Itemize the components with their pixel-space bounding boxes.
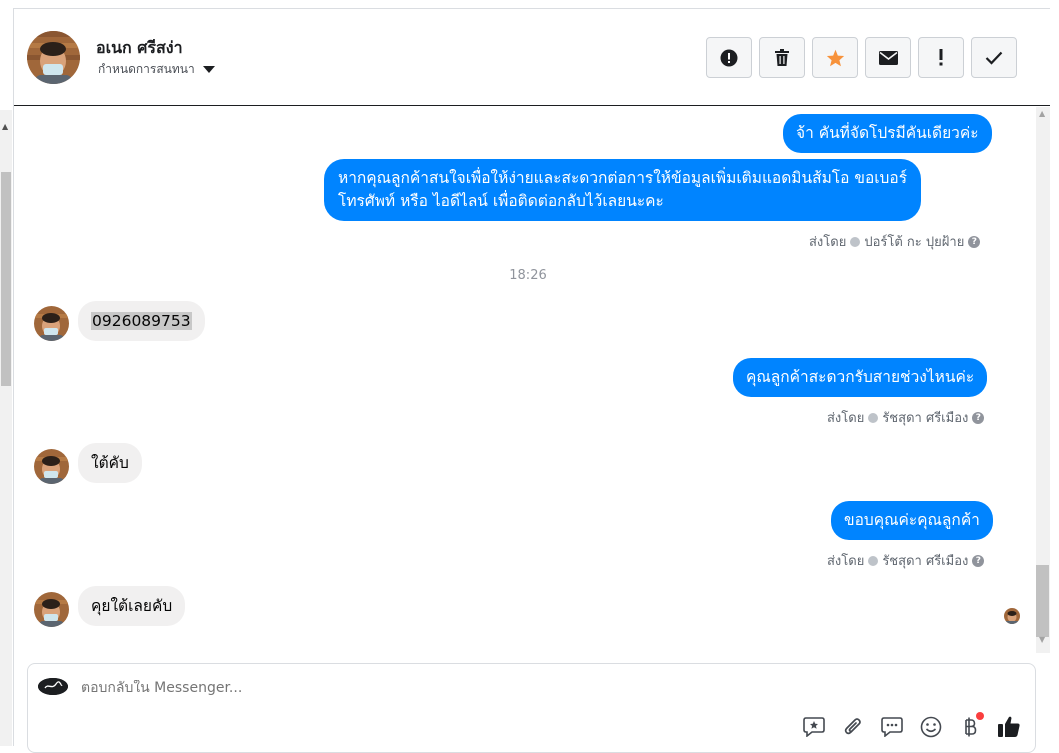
sent-by-label: ส่งโดย xyxy=(809,235,847,250)
sent-by-info: ส่งโดย รัชสุดา ศรีเมือง ? xyxy=(827,407,985,428)
saved-reply-icon xyxy=(802,717,825,737)
scroll-up-arrow-icon[interactable]: ▲ xyxy=(1039,109,1045,118)
mark-important-button[interactable] xyxy=(918,37,964,78)
contact-avatar[interactable] xyxy=(27,31,80,84)
reply-composer xyxy=(27,663,1036,753)
comment-button[interactable] xyxy=(879,714,904,739)
emoji-button[interactable] xyxy=(918,714,943,739)
contact-name[interactable]: อเนก ศรีสง่า xyxy=(96,36,183,61)
message-bubble-outgoing[interactable]: ขอบคุณค่ะคุณลูกค้า xyxy=(831,501,993,540)
emoji-icon xyxy=(920,716,941,737)
outer-scrollbar[interactable]: ▲ xyxy=(0,110,12,746)
message-text-line: หากคุณลูกค้าสนใจเพื่อให้ง่ายและสะดวกต่อก… xyxy=(338,169,908,187)
delete-button[interactable] xyxy=(759,37,805,78)
notification-dot xyxy=(976,712,984,720)
agent-status-icon xyxy=(868,555,879,566)
agent-status-icon xyxy=(850,236,861,247)
alert-circle-icon xyxy=(720,49,738,66)
payment-button[interactable] xyxy=(957,712,984,739)
contact-avatar-small[interactable] xyxy=(34,449,69,484)
sent-by-agent: รัชสุดา ศรีเมือง xyxy=(882,554,969,569)
thread-scrollbar[interactable]: ▲ ▼ xyxy=(1036,107,1050,653)
envelope-icon xyxy=(878,50,898,65)
message-bubble-incoming[interactable]: 0926089753 xyxy=(78,301,205,341)
thumbs-up-icon xyxy=(997,716,1020,737)
assign-conversation-dropdown[interactable]: กำหนดการสนทนา xyxy=(98,60,215,79)
conversation-header: อเนก ศรีสง่า กำหนดการสนทนา xyxy=(14,9,1050,106)
comment-icon xyxy=(880,717,903,737)
message-text: จ้า คันที่จัดโปรมีคันเดียวค่ะ xyxy=(796,124,979,142)
sent-by-label: ส่งโดย xyxy=(827,411,865,426)
outer-scrollbar-thumb[interactable] xyxy=(1,172,11,386)
reply-input[interactable] xyxy=(81,680,781,696)
thread-scrollbar-thumb[interactable] xyxy=(1036,565,1049,637)
message-text: 0926089753 xyxy=(91,312,192,330)
attach-file-button[interactable] xyxy=(840,714,865,739)
trash-icon xyxy=(775,49,789,66)
message-text: ขอบคุณค่ะคุณลูกค้า xyxy=(844,511,980,529)
time-separator: 18:26 xyxy=(509,268,547,283)
message-text: คุณลูกค้าสะดวกรับสายช่วงไหนค่ะ xyxy=(746,368,975,386)
contact-avatar-small[interactable] xyxy=(34,306,69,341)
contact-avatar-small[interactable] xyxy=(34,592,69,627)
message-bubble-outgoing[interactable]: จ้า คันที่จัดโปรมีคันเดียวค่ะ xyxy=(783,114,992,153)
email-button[interactable] xyxy=(865,37,911,78)
message-text-line: โทรศัพท์ หรือ ไอดีไลน์ เพื่อติดต่อกลับไว… xyxy=(338,192,664,210)
message-bubble-incoming[interactable]: ใต้คับ xyxy=(78,443,142,483)
message-bubble-outgoing[interactable]: คุณลูกค้าสะดวกรับสายช่วงไหนค่ะ xyxy=(733,358,988,397)
page-logo xyxy=(38,678,68,695)
scroll-up-arrow-icon[interactable]: ▲ xyxy=(2,122,8,131)
seen-avatar xyxy=(1004,608,1020,624)
mark-spam-button[interactable] xyxy=(706,37,752,78)
sent-by-info: ส่งโดย ปอร์โต้ กะ ปุยฝ้าย ? xyxy=(809,231,981,252)
conversation-panel: ▲ อเนก ศรีสง่า กำหนดการสนทนา จ้า คันที่จ… xyxy=(0,0,1059,753)
message-text: คุยใต้เลยคับ xyxy=(91,597,173,615)
saved-reply-button[interactable] xyxy=(801,714,826,739)
help-icon[interactable]: ? xyxy=(968,235,981,248)
scroll-down-arrow-icon[interactable]: ▼ xyxy=(1039,635,1045,644)
agent-status-icon xyxy=(868,412,879,423)
message-thread[interactable]: จ้า คันที่จัดโปรมีคันเดียวค่ะ หากคุณลูกค… xyxy=(14,107,1036,653)
paperclip-icon xyxy=(844,717,861,734)
sent-by-info: ส่งโดย รัชสุดา ศรีเมือง ? xyxy=(827,550,985,571)
checkmark-icon xyxy=(985,51,1003,65)
sent-by-agent: รัชสุดา ศรีเมือง xyxy=(882,411,969,426)
baht-icon xyxy=(964,717,976,736)
composer-tools xyxy=(801,712,1021,739)
message-bubble-incoming[interactable]: คุยใต้เลยคับ xyxy=(78,586,186,626)
help-icon[interactable]: ? xyxy=(972,411,985,424)
message-bubble-outgoing[interactable]: หากคุณลูกค้าสนใจเพื่อให้ง่ายและสะดวกต่อก… xyxy=(324,159,922,221)
caret-down-icon xyxy=(202,66,215,73)
sent-by-agent: ปอร์โต้ กะ ปุยฝ้าย xyxy=(864,235,965,250)
assign-conversation-label: กำหนดการสนทนา xyxy=(98,62,195,76)
help-icon[interactable]: ? xyxy=(972,554,985,567)
header-actions xyxy=(706,37,1017,78)
mark-done-button[interactable] xyxy=(971,37,1017,78)
star-icon xyxy=(826,49,844,66)
sent-by-label: ส่งโดย xyxy=(827,554,865,569)
star-button[interactable] xyxy=(812,37,858,78)
exclamation-icon xyxy=(939,49,943,66)
like-button[interactable] xyxy=(996,714,1021,739)
message-text: ใต้คับ xyxy=(91,454,129,472)
